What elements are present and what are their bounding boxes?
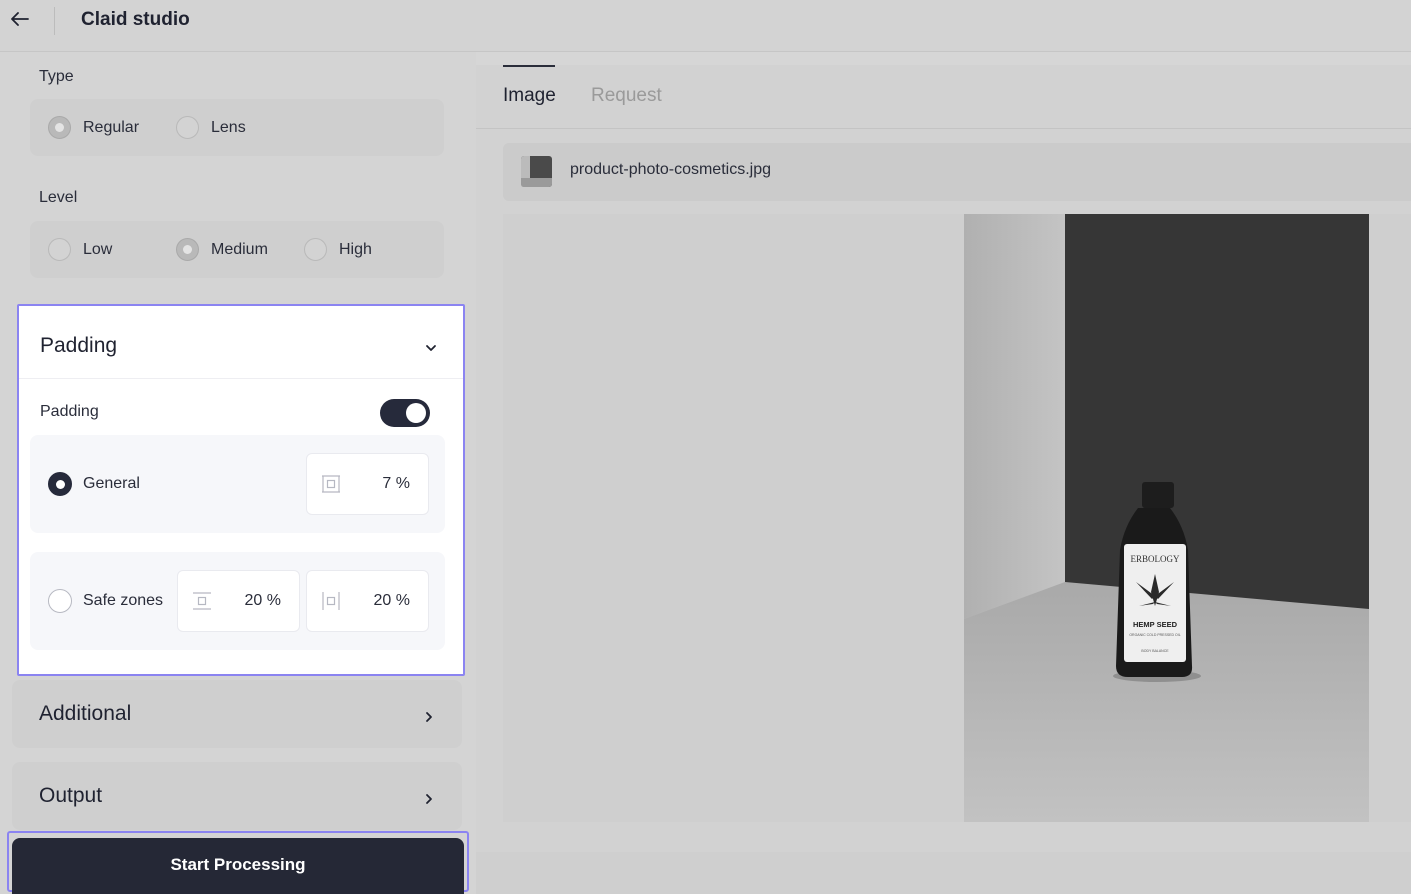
general-padding-input[interactable]: 7 %: [306, 453, 429, 515]
radio-unselected-icon: [48, 589, 72, 613]
arrow-left-icon: [11, 12, 29, 26]
level-option-medium[interactable]: Medium: [176, 238, 268, 261]
tab-request[interactable]: Request: [591, 85, 662, 107]
level-option-label: Low: [83, 240, 113, 258]
type-option-lens[interactable]: Lens: [176, 116, 246, 139]
type-option-label: Regular: [83, 118, 140, 136]
radio-unselected-icon: [176, 116, 199, 139]
additional-section[interactable]: Additional: [12, 680, 462, 748]
file-thumbnail: [521, 156, 552, 187]
photo-footer-label: BODY BALANCE: [1141, 649, 1169, 653]
chevron-down-icon[interactable]: [423, 340, 439, 356]
level-option-label: Medium: [211, 240, 268, 258]
main-panel: Image Request product-photo-cosmetics.jp…: [476, 65, 1411, 852]
file-row[interactable]: product-photo-cosmetics.jpg: [503, 143, 1411, 201]
padding-card-title: Padding: [40, 334, 118, 357]
safe-zone-horizontal-value: 20 %: [373, 592, 410, 609]
chevron-right-icon: [426, 712, 432, 722]
safe-zone-vertical-value: 20 %: [244, 592, 281, 609]
start-processing-button[interactable]: Start Processing: [12, 838, 464, 894]
output-title: Output: [39, 784, 103, 807]
padding-vertical-icon: [193, 592, 211, 610]
safe-zone-horizontal-input[interactable]: 20 %: [306, 570, 429, 632]
type-option-regular[interactable]: Regular: [48, 116, 139, 139]
photo-product-label: HEMP SEED: [1133, 620, 1178, 629]
bottom-strip: [476, 852, 1411, 894]
radio-selected-icon: [176, 238, 199, 261]
photo-brand-label: ERBOLOGY: [1131, 554, 1180, 564]
additional-title: Additional: [39, 702, 132, 725]
card-divider: [19, 378, 463, 379]
general-label: General: [83, 475, 140, 492]
type-option-label: Lens: [211, 118, 246, 136]
tab-image[interactable]: Image: [503, 85, 556, 107]
app-title: Claid studio: [81, 9, 190, 30]
radio-unselected-icon: [304, 238, 327, 261]
safe-zones-label: Safe zones: [83, 592, 164, 609]
start-processing-highlight: Start Processing: [7, 831, 469, 894]
radio-selected-icon: [48, 472, 72, 496]
chevron-right-icon: [426, 794, 432, 804]
output-section[interactable]: Output: [12, 762, 462, 830]
file-name: product-photo-cosmetics.jpg: [570, 161, 771, 178]
padding-horizontal-icon: [322, 592, 340, 610]
product-photo: ERBOLOGY HEMP SEED ORGANIC COLD PRESSED …: [964, 214, 1369, 822]
back-button[interactable]: [10, 9, 30, 29]
toggle-knob: [406, 403, 426, 423]
padding-toggle-label: Padding: [40, 403, 99, 420]
tab-bar: Image Request: [476, 65, 1411, 129]
radio-selected-icon: [48, 116, 71, 139]
safe-zones-option-box: Safe zones 20 % 20 %: [30, 552, 445, 650]
header-divider: [54, 7, 55, 35]
level-radio-group: Low Medium High: [30, 221, 444, 278]
top-bar: Claid studio: [0, 0, 1411, 52]
general-radio[interactable]: General: [48, 472, 140, 496]
level-option-low[interactable]: Low: [48, 238, 112, 261]
general-option-box: General 7 %: [30, 435, 445, 533]
padding-toggle[interactable]: [380, 399, 430, 427]
level-option-high[interactable]: High: [304, 238, 372, 261]
safe-zones-radio[interactable]: Safe zones: [48, 589, 163, 613]
level-option-label: High: [339, 240, 372, 258]
padding-card: Padding Padding General 7 % Safe zones 2…: [17, 304, 465, 676]
safe-zone-vertical-input[interactable]: 20 %: [177, 570, 300, 632]
photo-subline-label: ORGANIC COLD PRESSED OIL: [1129, 633, 1180, 637]
radio-unselected-icon: [48, 238, 71, 261]
level-label: Level: [39, 189, 78, 206]
type-label: Type: [39, 68, 74, 85]
type-radio-group: Regular Lens: [30, 99, 444, 156]
padding-all-icon: [322, 475, 340, 493]
active-tab-indicator: [503, 65, 555, 67]
general-padding-value: 7 %: [382, 475, 410, 492]
